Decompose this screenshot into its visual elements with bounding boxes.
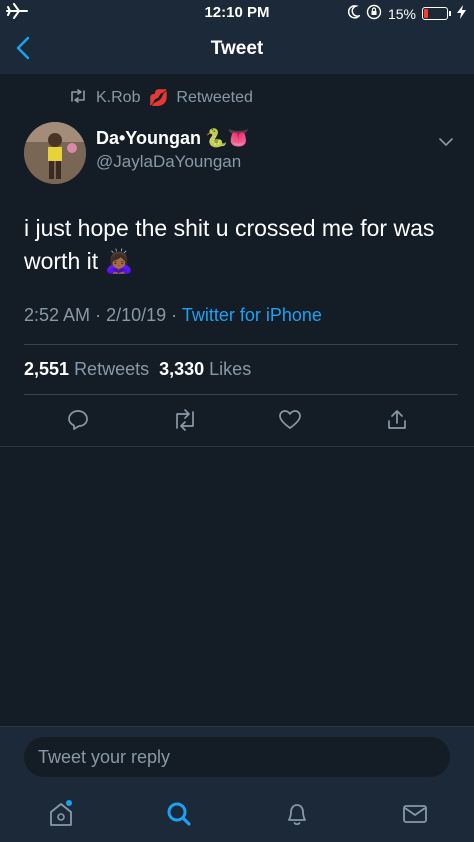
avatar[interactable] xyxy=(24,122,86,184)
battery-icon xyxy=(422,7,448,20)
charging-bolt-icon xyxy=(457,5,466,22)
tweet-actions xyxy=(0,402,474,440)
mail-icon[interactable] xyxy=(402,800,428,833)
reply-icon[interactable] xyxy=(66,408,90,437)
likes-label: Likes xyxy=(209,359,252,379)
tweet-time: 2:52 AM xyxy=(24,305,91,325)
navigation-bar: Tweet xyxy=(0,26,474,74)
tweet-meta: 2:52 AM · 2/10/19 · Twitter for iPhone xyxy=(24,305,322,326)
reply-area xyxy=(0,726,474,787)
reply-input[interactable] xyxy=(24,737,450,777)
divider xyxy=(0,446,474,447)
retweeter-emoji: 💋 xyxy=(148,90,169,107)
battery-percent: 15% xyxy=(387,5,416,22)
retweet-icon xyxy=(68,88,88,108)
tweet-source-link[interactable]: Twitter for iPhone xyxy=(182,305,322,325)
battery-level-fill xyxy=(424,9,428,18)
home-icon[interactable] xyxy=(48,800,74,833)
divider xyxy=(24,394,458,395)
divider xyxy=(24,344,458,345)
retweeter-name: K.Rob xyxy=(96,89,141,106)
status-bar: 12:10 PM 15% xyxy=(0,0,474,26)
tab-bar xyxy=(0,786,474,842)
page-title: Tweet xyxy=(210,38,264,59)
display-name-text: Da•Youngan xyxy=(96,128,201,148)
author-handle[interactable]: @JaylaDaYoungan xyxy=(96,152,241,172)
retweet-icon[interactable] xyxy=(172,408,198,437)
tweet-date: 2/10/19 xyxy=(106,305,167,325)
heart-icon[interactable] xyxy=(278,408,302,437)
retweeted-by-line[interactable]: K.Rob 💋 Retweeted xyxy=(68,88,253,108)
chevron-down-icon[interactable] xyxy=(438,134,454,152)
orientation-lock-icon xyxy=(366,4,382,23)
retweeted-label: Retweeted xyxy=(176,89,253,106)
tweet-text: i just hope the shit u crossed me for wa… xyxy=(24,215,435,274)
retweets-label: Retweets xyxy=(74,359,150,379)
author-display-name[interactable]: Da•Youngan 🐍👅 xyxy=(96,128,250,149)
likes-stat[interactable]: 3,330 Likes xyxy=(159,359,251,380)
retweets-stat[interactable]: 2,551 Retweets xyxy=(24,359,149,380)
moon-icon xyxy=(347,5,362,22)
bell-icon[interactable] xyxy=(284,800,310,833)
status-indicators: 15% xyxy=(347,4,466,23)
meta-separator: · xyxy=(95,305,102,325)
likes-count: 3,330 xyxy=(159,359,205,379)
meta-separator: · xyxy=(171,305,178,325)
retweets-count: 2,551 xyxy=(24,359,70,379)
tweet-stats: 2,551 Retweets 3,330 Likes xyxy=(24,359,251,380)
share-icon[interactable] xyxy=(385,408,409,437)
battery-tip xyxy=(449,11,451,16)
search-icon[interactable] xyxy=(166,800,192,833)
display-name-emoji: 🐍👅 xyxy=(204,128,250,148)
